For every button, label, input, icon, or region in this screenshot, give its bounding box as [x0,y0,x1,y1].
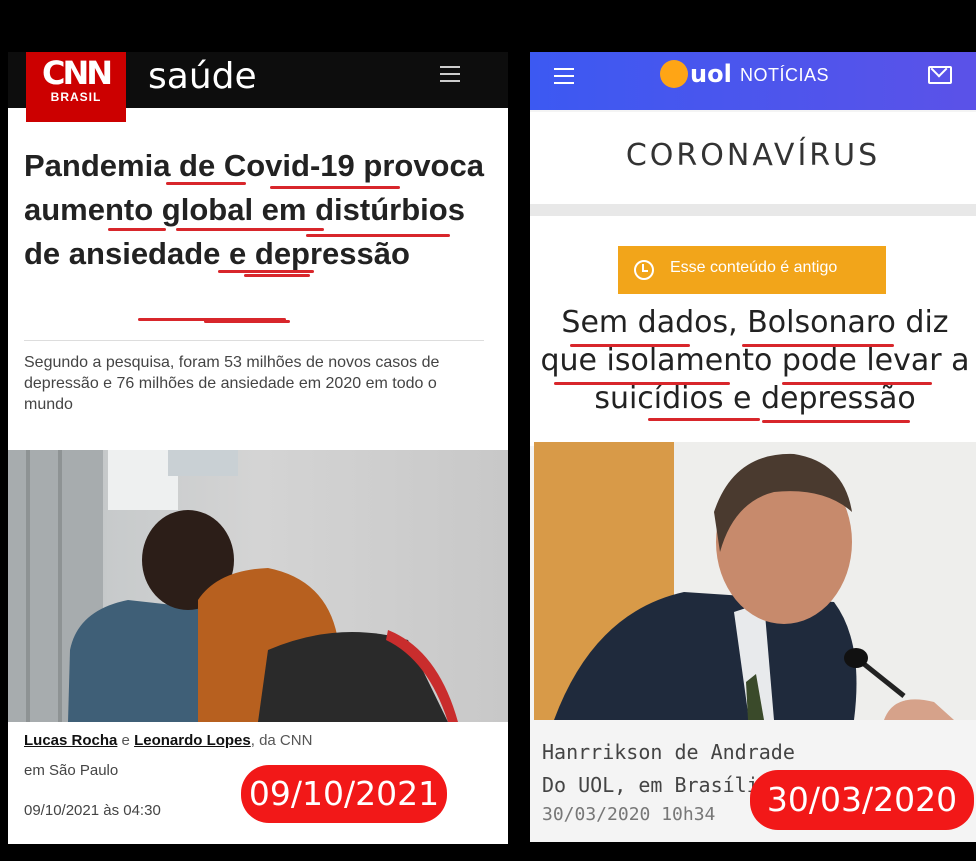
menu-icon[interactable] [554,68,574,84]
cnn-logo-sub: BRASIL [50,90,102,104]
author-link-2[interactable]: Leonardo Lopes [134,732,251,749]
section-title[interactable]: NOTÍCIAS [740,65,829,86]
highlight-underline [570,344,690,347]
highlight-underline [108,228,166,231]
byline-source: , da CNN [250,732,313,749]
highlight-underline [166,182,246,185]
highlight-underline [782,382,932,385]
article-photo-bolsonaro [534,442,976,720]
date-badge: 09/10/2021 [241,765,447,823]
uol-logo[interactable]: uol [690,60,732,88]
highlight-underline [762,420,910,423]
uol-article-screenshot: uol NOTÍCIAS CORONAVÍRUS Esse conteúdo é… [530,52,976,842]
byline-connector: e [121,732,130,749]
author-link-1[interactable]: Lucas Rocha [24,732,117,749]
uol-logo-icon [660,60,688,88]
author-name: Hanrrikson de Andrade [542,740,795,764]
menu-icon[interactable] [440,66,460,82]
highlight-underline [176,228,324,231]
cnn-logo-main: CNN [41,54,113,92]
article-headline: Sem dados, Bolsonaro diz que isolamento … [540,305,970,416]
byline-location: em São Paulo [24,762,119,779]
highlight-underline [244,274,310,277]
section-title: saúde [148,56,257,97]
highlight-underline [554,382,730,385]
clock-icon-hand [642,270,648,272]
byline: Lucas Rocha e Leonardo Lopes, da CNN [24,732,312,749]
highlight-underline [204,320,290,323]
highlight-underline [270,186,400,189]
article-headline: Pandemia de Covid-19 provoca aumento glo… [24,148,484,271]
publish-date: 30/03/2020 10h34 [542,804,716,825]
old-content-notice: Esse conteúdo é antigo [618,246,886,294]
article-photo-hugging-couple [8,450,508,722]
highlight-underline [648,418,760,421]
category-title[interactable]: CORONAVÍRUS [530,138,976,173]
divider [24,340,484,341]
date-badge: 30/03/2020 [750,770,974,830]
highlight-underline [742,344,894,347]
highlight-underline [218,270,314,273]
old-content-text: Esse conteúdo é antigo [670,259,838,276]
divider [530,204,976,216]
cnn-article-screenshot: CNN BRASIL saúde Pandemia de Covid-19 pr… [8,52,508,844]
publish-date: 09/10/2021 às 04:30 [24,802,161,819]
article-subhead: Segundo a pesquisa, foram 53 milhões de … [24,354,440,413]
highlight-underline [306,234,450,237]
cnn-logo[interactable]: CNN BRASIL [26,52,126,122]
